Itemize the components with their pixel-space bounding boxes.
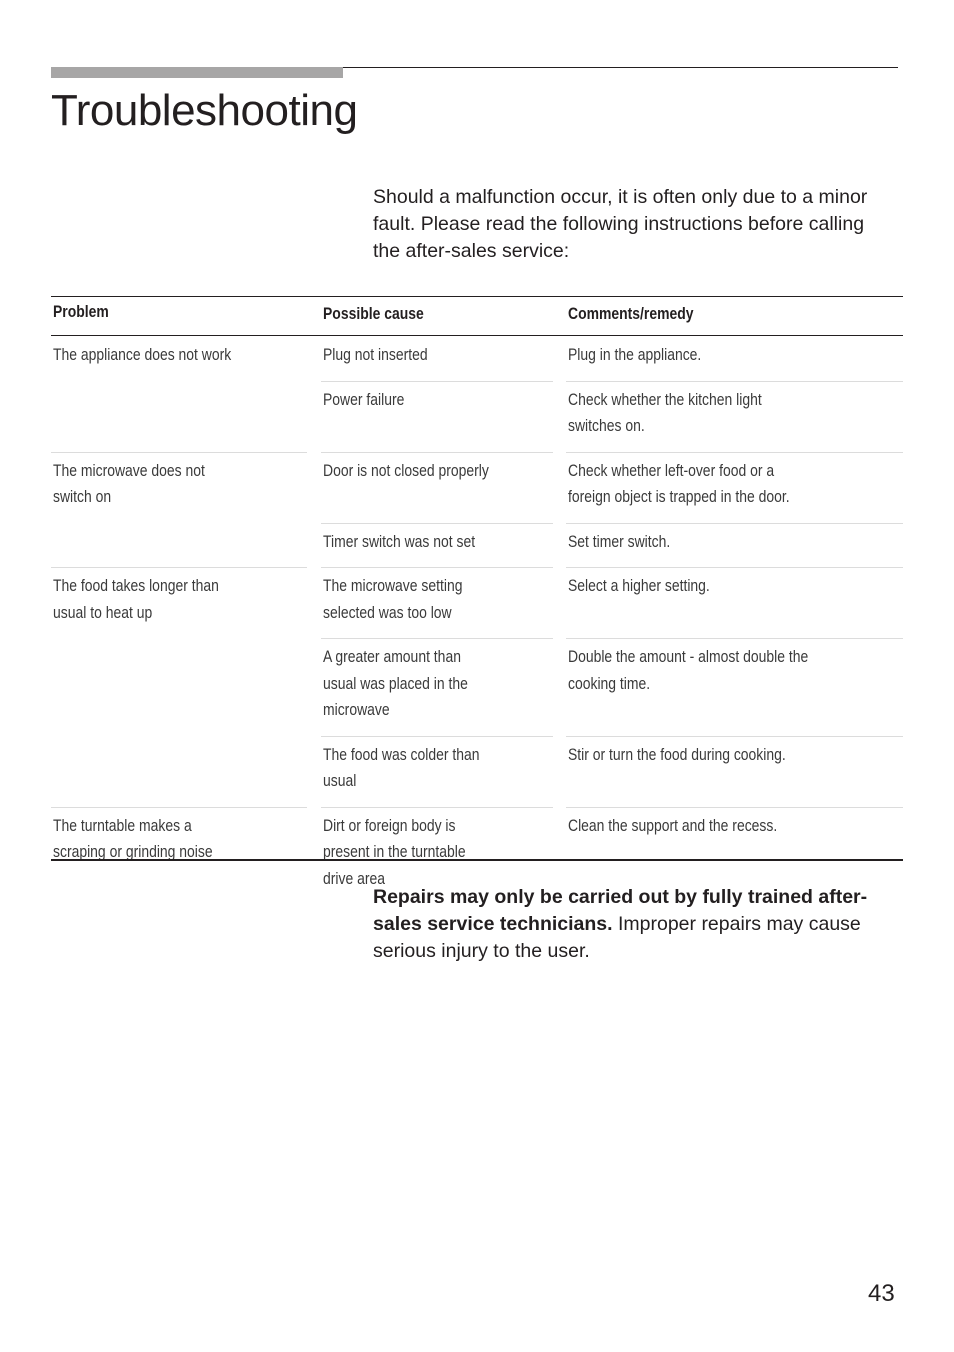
row-separator (566, 451, 903, 453)
row-separator (321, 380, 553, 382)
problem-cell: The food takes longer than usual to heat … (53, 573, 255, 626)
group-separator (51, 806, 307, 808)
table-top-rule (51, 296, 903, 297)
remedy-cell-line: Double the amount - almost double the (568, 647, 809, 666)
problem-cell: The appliance does not work (53, 342, 270, 369)
cause-cell: Power failure (323, 387, 422, 414)
header-possible-cause: Possible cause (323, 304, 424, 323)
row-separator (566, 806, 903, 808)
remedy-cell-line: Check whether the kitchen light (568, 389, 762, 409)
cause-cell-line: Plug not inserted (323, 345, 428, 364)
row-separator (321, 522, 553, 524)
problem-cell-line: The microwave does not (53, 460, 205, 480)
cause-cell-line: The microwave setting (323, 576, 463, 595)
cause-cell: Timer switch was not set (323, 529, 508, 556)
remedy-cell-line: foreign object is trapped in the door. (568, 487, 790, 506)
group-separator (51, 451, 307, 453)
row-separator (321, 567, 553, 568)
problem-cell-line: scraping or grinding noise (53, 842, 213, 861)
problem-cell-line: The appliance does not work (53, 345, 232, 364)
intro-paragraph: Should a malfunction occur, it is often … (373, 186, 868, 262)
cause-cell: The food was colder than usual (323, 742, 514, 795)
group-separator (51, 567, 307, 568)
table-header-rule (51, 335, 903, 336)
remedy-cell: Set timer switch. (568, 529, 693, 556)
cause-cell-line: present in the turntable (323, 842, 466, 861)
row-separator (566, 735, 903, 737)
cause-cell: Door is not closed properly (323, 458, 525, 485)
cause-cell-line: usual (323, 771, 357, 790)
remedy-cell: Double the amount - almost double the coo… (568, 644, 861, 697)
problem-cell-line: The turntable makes a (53, 815, 192, 835)
remedy-cell-line: Stir or turn the food during cooking. (568, 744, 786, 764)
row-separator (321, 638, 553, 639)
remedy-cell-line: switches on. (568, 416, 645, 435)
cause-cell-line: Power failure (323, 389, 405, 409)
table-bottom-rule (51, 859, 903, 861)
remedy-cell-line: cooking time. (568, 673, 651, 693)
row-separator (566, 380, 903, 382)
cause-cell-line: microwave (323, 700, 390, 719)
row-separator (566, 567, 903, 568)
remedy-cell: Stir or turn the food during cooking. (568, 742, 834, 769)
section-bar (51, 67, 343, 78)
problem-cell-line: switch on (53, 487, 112, 506)
problem-cell-line: usual to heat up (53, 602, 153, 622)
problem-cell: The turntable makes a scraping or grindin… (53, 813, 248, 866)
remedy-cell-line: Select a higher setting. (568, 576, 710, 595)
remedy-cell: Plug in the appliance. (568, 342, 731, 369)
header-problem: Problem (53, 302, 109, 321)
remedy-cell-line: Set timer switch. (568, 531, 671, 551)
cause-cell-line: usual was placed in the (323, 673, 468, 693)
cause-cell-line: A greater amount than (323, 647, 461, 666)
remedy-cell-line: Clean the support and the recess. (568, 815, 778, 835)
cause-cell: The microwave setting selected was too lo… (323, 573, 493, 626)
row-separator (321, 735, 553, 737)
row-separator (321, 806, 553, 808)
cause-cell-line: Timer switch was not set (323, 531, 476, 551)
row-separator (566, 522, 903, 524)
page-title: Troubleshooting (51, 86, 358, 135)
row-separator (566, 638, 903, 639)
problem-cell: The microwave does not switch on (53, 458, 238, 511)
cause-cell-line: selected was too low (323, 602, 452, 622)
remedy-cell: Clean the support and the recess. (568, 813, 823, 840)
cause-cell: Plug not inserted (323, 342, 451, 369)
remedy-cell-line: Check whether left-over food or a (568, 460, 775, 480)
header-comments-remedy: Comments/remedy (568, 304, 694, 323)
page-number: 43 (868, 1280, 895, 1307)
repair-warning: Repairs may only be carried out by fully… (373, 884, 893, 965)
remedy-cell: Check whether left-over food or a foreign… (568, 458, 838, 511)
cause-cell-line: Door is not closed properly (323, 460, 489, 480)
row-separator (321, 451, 553, 453)
remedy-cell-line: Plug in the appliance. (568, 345, 702, 364)
remedy-cell: Select a higher setting. (568, 573, 741, 600)
cause-cell: A greater amount than usual was placed in… (323, 644, 500, 724)
problem-cell-line: The food takes longer than (53, 576, 219, 595)
cause-cell-line: Dirt or foreign body is (323, 815, 456, 835)
cause-cell: Dirt or foreign body is present in the tu… (323, 813, 497, 893)
remedy-cell: Check whether the kitchen light switches … (568, 387, 804, 440)
cause-cell-line: The food was colder than (323, 744, 480, 764)
